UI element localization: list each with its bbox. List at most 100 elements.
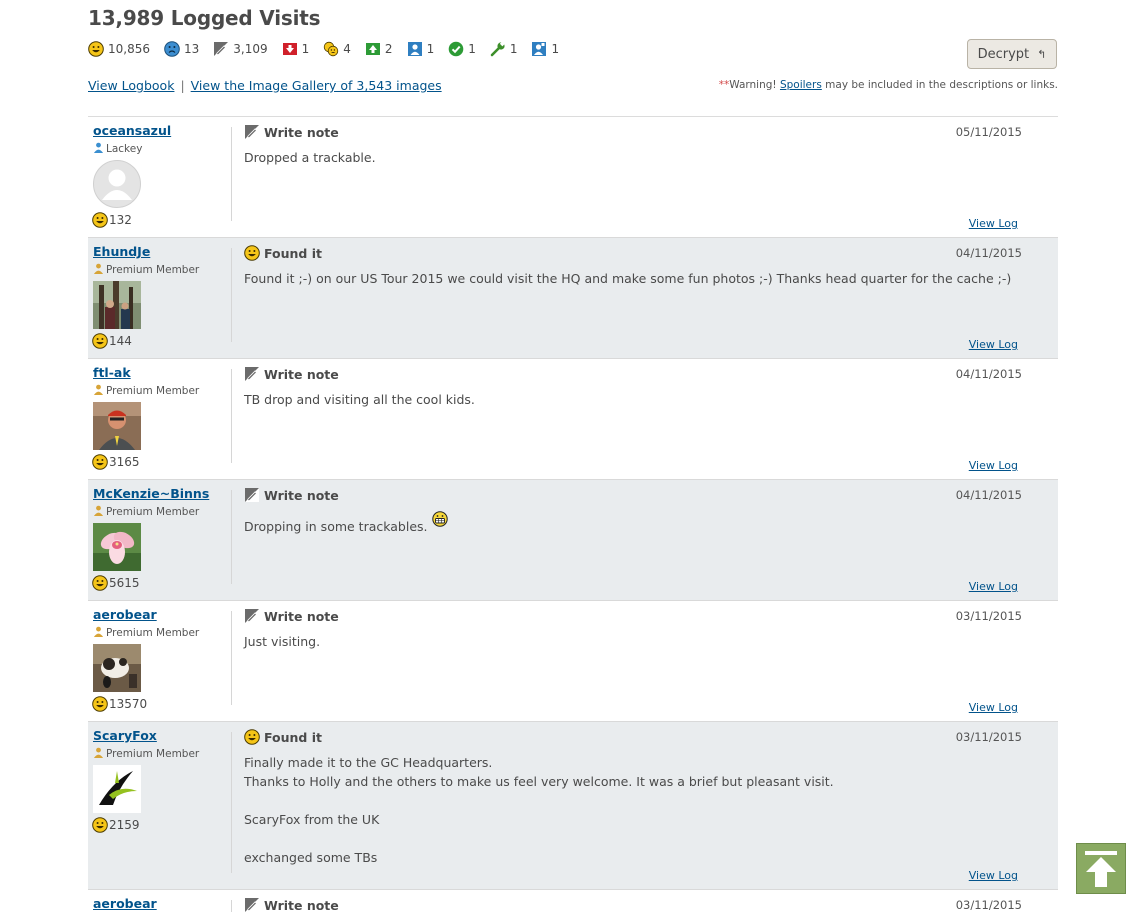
log-date: 05/11/2015 [955, 125, 1022, 139]
username-link[interactable]: aerobear [93, 607, 233, 625]
column-divider [231, 127, 232, 221]
view-log-link[interactable]: View Log [969, 869, 1018, 882]
username-link[interactable]: McKenzie~Binns [93, 486, 233, 504]
temporarily-disable-icon [282, 41, 298, 57]
finds-count-value: 2159 [109, 818, 140, 832]
log-type: Write note [244, 486, 1022, 504]
found-it-smiley-icon [92, 454, 108, 470]
view-log-link[interactable]: View Log [969, 701, 1018, 714]
log-user-column: ftl-ak Premium Member 3165 [92, 365, 233, 471]
view-log-link[interactable]: View Log [969, 338, 1018, 351]
finds-count: 5615 [92, 574, 233, 592]
log-text: Just visiting. [244, 632, 1022, 651]
member-role: Premium Member [93, 746, 233, 762]
stat-count: 13 [184, 42, 200, 56]
log-type: Write note [244, 607, 1022, 625]
log-text-body: Found it ;-) on our US Tour 2015 we coul… [244, 271, 1012, 286]
member-role: Lackey [93, 141, 233, 157]
view-logbook-link[interactable]: View Logbook [88, 78, 174, 93]
decrypt-button[interactable]: Decrypt ↰ [967, 39, 1057, 69]
username-link[interactable]: aerobear [93, 896, 233, 912]
log-type: Write note [244, 365, 1022, 383]
found-it-smiley-icon [244, 245, 260, 261]
warning-suffix: may be included in the descriptions or l… [821, 79, 1058, 91]
stat-count: 10,856 [108, 42, 150, 56]
username-link[interactable]: ScaryFox [93, 728, 233, 746]
found-it-smiley-icon [92, 575, 108, 591]
avatar[interactable] [93, 281, 141, 329]
avatar[interactable] [93, 160, 141, 208]
stat-item: 10,856 [88, 41, 150, 57]
avatar[interactable] [93, 644, 141, 692]
didnt-find-it-icon [164, 41, 180, 57]
write-note-icon [244, 124, 260, 140]
log-user-column: ScaryFox Premium Member 2159 [92, 728, 233, 834]
username-link[interactable]: EhundJe [93, 244, 233, 262]
stat-count: 2 [384, 42, 393, 56]
finds-count: 2159 [92, 816, 233, 834]
view-log-link[interactable]: View Log [969, 217, 1018, 230]
log-text-body: Finally made it to the GC Headquarters. … [244, 755, 834, 865]
warning-prefix: Warning! [729, 79, 780, 91]
column-divider [231, 611, 232, 705]
attended-group-icon [323, 41, 339, 57]
username-link[interactable]: ftl-ak [93, 365, 233, 383]
log-text-body: Dropping in some trackables. [244, 519, 428, 534]
log-text-body: Dropped a trackable. [244, 150, 376, 165]
spoilers-link[interactable]: Spoilers [780, 79, 822, 91]
spoiler-warning: **Warning! Spoilers may be included in t… [719, 79, 1058, 91]
log-type-label: Write note [264, 124, 339, 140]
member-role-label: Premium Member [106, 506, 200, 518]
write-note-icon [244, 487, 260, 503]
finds-count-value: 3165 [109, 455, 140, 469]
view-log-link[interactable]: View Log [969, 580, 1018, 593]
finds-count: 3165 [92, 453, 233, 471]
log-text: TB drop and visiting all the cool kids. [244, 390, 1022, 409]
log-date: 04/11/2015 [955, 488, 1022, 502]
log-type-label: Write note [264, 897, 339, 912]
person-icon [93, 626, 106, 640]
stat-item: 13 [164, 41, 199, 57]
avatar[interactable] [93, 523, 141, 571]
stat-count: 4 [343, 42, 351, 56]
found-it-smiley-icon [244, 729, 260, 745]
log-content-column: Write note 03/11/2015 Just visiting. [244, 607, 1022, 651]
stat-item: 2 [365, 41, 393, 57]
view-log-link[interactable]: View Log [969, 459, 1018, 472]
log-date: 03/11/2015 [955, 898, 1022, 912]
write-note-icon [244, 608, 260, 624]
log-list: oceansazul Lackey 132 Write note 05/11/2015 D… [88, 116, 1058, 912]
person-icon [93, 142, 106, 156]
log-text: Dropped a trackable. [244, 148, 1022, 167]
log-text: Found it ;-) on our US Tour 2015 we coul… [244, 269, 1022, 288]
grin-emoticon-icon [431, 511, 448, 527]
back-to-top-button[interactable] [1076, 843, 1126, 894]
log-type-label: Write note [264, 366, 339, 382]
avatar[interactable] [93, 402, 141, 450]
log-date: 03/11/2015 [955, 730, 1022, 744]
log-content-column: Found it 04/11/2015 Found it ;-) on our US… [244, 244, 1022, 288]
log-entry: ScaryFox Premium Member 2159 Found it 03/11/… [88, 722, 1058, 890]
image-gallery-link[interactable]: View the Image Gallery of 3,543 images [191, 78, 442, 93]
stat-count: 1 [468, 42, 476, 56]
return-arrow-icon: ↰ [1037, 47, 1047, 61]
member-role-label: Premium Member [106, 627, 200, 639]
column-divider [231, 369, 232, 463]
write-note-icon [244, 366, 260, 382]
column-divider [231, 490, 232, 584]
stat-item: 1 [282, 41, 310, 57]
finds-count: 144 [92, 332, 233, 350]
log-date: 04/11/2015 [955, 367, 1022, 381]
column-divider [231, 900, 232, 912]
username-link[interactable]: oceansazul [93, 123, 233, 141]
member-role: Premium Member [93, 504, 233, 520]
arrow-up-to-top-icon [1085, 850, 1117, 887]
found-it-smiley-icon [88, 41, 104, 57]
finds-count-value: 5615 [109, 576, 140, 590]
warning-stars: ** [718, 79, 730, 91]
log-user-column: oceansazul Lackey 132 [92, 123, 233, 229]
found-it-smiley-icon [92, 696, 108, 712]
person-icon [93, 747, 106, 761]
stat-count: 1 [301, 42, 310, 56]
avatar[interactable] [93, 765, 141, 813]
